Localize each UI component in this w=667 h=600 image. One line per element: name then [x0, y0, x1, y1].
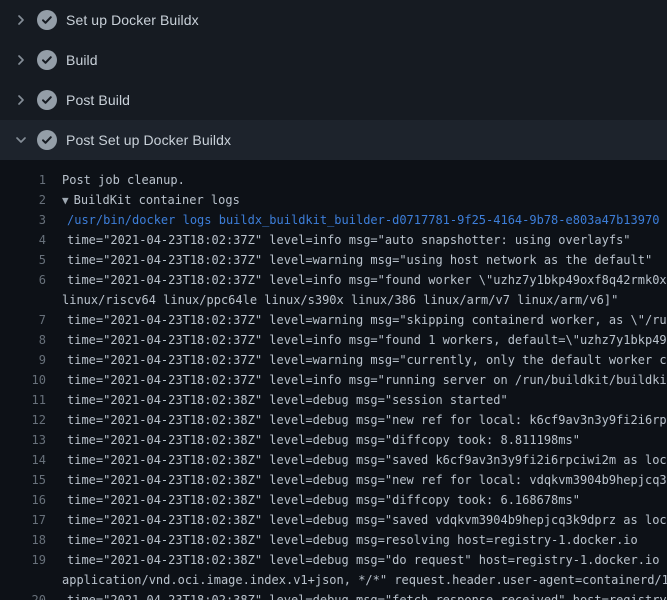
log-row: 16 time="2021-04-23T18:02:38Z" level=deb…	[0, 490, 667, 510]
log-line-text: time="2021-04-23T18:02:38Z" level=debug …	[67, 413, 667, 427]
step-label: Set up Docker Buildx	[66, 12, 199, 28]
chevron-right-icon	[13, 52, 29, 68]
log-line-number[interactable]: 7	[0, 313, 46, 327]
log-row: 18 time="2021-04-23T18:02:38Z" level=deb…	[0, 530, 667, 550]
chevron-right-icon	[13, 12, 29, 28]
log-row: 14 time="2021-04-23T18:02:38Z" level=deb…	[0, 450, 667, 470]
log-line-text: time="2021-04-23T18:02:38Z" level=debug …	[67, 553, 667, 567]
log-line-number[interactable]: 12	[0, 413, 46, 427]
log-row: 3 /usr/bin/docker logs buildx_buildkit_b…	[0, 210, 667, 230]
log-row: linux/riscv64 linux/ppc64le linux/s390x …	[0, 290, 667, 310]
log-line-text: BuildKit container logs	[74, 193, 240, 207]
log-line-text: time="2021-04-23T18:02:38Z" level=debug …	[67, 453, 667, 467]
log-line-text: time="2021-04-23T18:02:38Z" level=debug …	[67, 433, 580, 447]
log-line-text: time="2021-04-23T18:02:38Z" level=debug …	[67, 393, 508, 407]
log-row: 4 time="2021-04-23T18:02:37Z" level=info…	[0, 230, 667, 250]
log-line-text: time="2021-04-23T18:02:37Z" level=info m…	[67, 333, 667, 347]
log-line-number[interactable]: 19	[0, 553, 46, 567]
chevron-right-icon	[13, 92, 29, 108]
log-line-text: time="2021-04-23T18:02:38Z" level=debug …	[67, 473, 667, 487]
log-line-text: time="2021-04-23T18:02:37Z" level=warnin…	[67, 353, 667, 367]
log-line-number[interactable]: 1	[0, 173, 46, 187]
log-line-text: time="2021-04-23T18:02:38Z" level=debug …	[67, 533, 638, 547]
log-line-text: time="2021-04-23T18:02:37Z" level=info m…	[67, 233, 631, 247]
log-line-number[interactable]: 15	[0, 473, 46, 487]
log-line-text: time="2021-04-23T18:02:37Z" level=info m…	[67, 373, 667, 387]
log-row: 10 time="2021-04-23T18:02:37Z" level=inf…	[0, 370, 667, 390]
log-line-number[interactable]: 16	[0, 493, 46, 507]
log-panel: 1 Post job cleanup. 2 ▼ BuildKit contain…	[0, 160, 667, 600]
log-line-number[interactable]: 2	[0, 193, 46, 207]
log-line-number[interactable]: 13	[0, 433, 46, 447]
step-header-post-set-up-docker-buildx[interactable]: Post Set up Docker Buildx	[0, 120, 667, 160]
step-label: Post Set up Docker Buildx	[66, 132, 231, 148]
chevron-down-icon	[13, 132, 29, 148]
log-row: 20 time="2021-04-23T18:02:38Z" level=deb…	[0, 590, 667, 600]
log-line-text: linux/riscv64 linux/ppc64le linux/s390x …	[62, 293, 618, 307]
log-line-number[interactable]: 8	[0, 333, 46, 347]
check-circle-icon	[37, 10, 57, 30]
log-line-text: time="2021-04-23T18:02:38Z" level=debug …	[67, 593, 667, 600]
check-circle-icon	[37, 50, 57, 70]
step-header-build[interactable]: Build	[0, 40, 667, 80]
steps-list: Set up Docker Buildx Build Post Build Po…	[0, 0, 667, 160]
check-circle-icon	[37, 90, 57, 110]
step-label: Post Build	[66, 92, 130, 108]
log-line-number[interactable]: 3	[0, 213, 46, 227]
log-line-text: time="2021-04-23T18:02:37Z" level=warnin…	[67, 313, 667, 327]
log-line-number[interactable]: 5	[0, 253, 46, 267]
log-line-number[interactable]: 18	[0, 533, 46, 547]
log-row[interactable]: 2 ▼ BuildKit container logs	[0, 190, 667, 210]
log-row: 19 time="2021-04-23T18:02:38Z" level=deb…	[0, 550, 667, 570]
log-line-text: Post job cleanup.	[62, 173, 185, 187]
log-row: 8 time="2021-04-23T18:02:37Z" level=info…	[0, 330, 667, 350]
group-caret-icon: ▼	[62, 194, 69, 207]
step-header-set-up-docker-buildx[interactable]: Set up Docker Buildx	[0, 0, 667, 40]
actions-log-viewer: Set up Docker Buildx Build Post Build Po…	[0, 0, 667, 600]
log-line-number[interactable]: 20	[0, 593, 46, 600]
log-row: 9 time="2021-04-23T18:02:37Z" level=warn…	[0, 350, 667, 370]
step-header-post-build[interactable]: Post Build	[0, 80, 667, 120]
log-line-text: /usr/bin/docker logs buildx_buildkit_bui…	[67, 213, 659, 227]
step-label: Build	[66, 52, 98, 68]
log-line-text: time="2021-04-23T18:02:38Z" level=debug …	[67, 513, 667, 527]
log-line-text: time="2021-04-23T18:02:38Z" level=debug …	[67, 493, 580, 507]
log-line-number[interactable]: 4	[0, 233, 46, 247]
log-line-number[interactable]: 14	[0, 453, 46, 467]
log-line-number[interactable]: 6	[0, 273, 46, 287]
log-line-text: time="2021-04-23T18:02:37Z" level=warnin…	[67, 253, 652, 267]
log-line-number[interactable]: 11	[0, 393, 46, 407]
log-row: 5 time="2021-04-23T18:02:37Z" level=warn…	[0, 250, 667, 270]
log-row: 13 time="2021-04-23T18:02:38Z" level=deb…	[0, 430, 667, 450]
log-line-number[interactable]: 17	[0, 513, 46, 527]
log-row: 7 time="2021-04-23T18:02:37Z" level=warn…	[0, 310, 667, 330]
check-circle-icon	[37, 130, 57, 150]
log-row: 15 time="2021-04-23T18:02:38Z" level=deb…	[0, 470, 667, 490]
log-row: application/vnd.oci.image.index.v1+json,…	[0, 570, 667, 590]
log-row: 17 time="2021-04-23T18:02:38Z" level=deb…	[0, 510, 667, 530]
log-row: 6 time="2021-04-23T18:02:37Z" level=info…	[0, 270, 667, 290]
log-row: 12 time="2021-04-23T18:02:38Z" level=deb…	[0, 410, 667, 430]
log-line-number[interactable]: 10	[0, 373, 46, 387]
log-line-number[interactable]: 9	[0, 353, 46, 367]
log-line-text: application/vnd.oci.image.index.v1+json,…	[62, 573, 667, 587]
log-row: 11 time="2021-04-23T18:02:38Z" level=deb…	[0, 390, 667, 410]
log-row: 1 Post job cleanup.	[0, 170, 667, 190]
log-line-text: time="2021-04-23T18:02:37Z" level=info m…	[67, 273, 667, 287]
